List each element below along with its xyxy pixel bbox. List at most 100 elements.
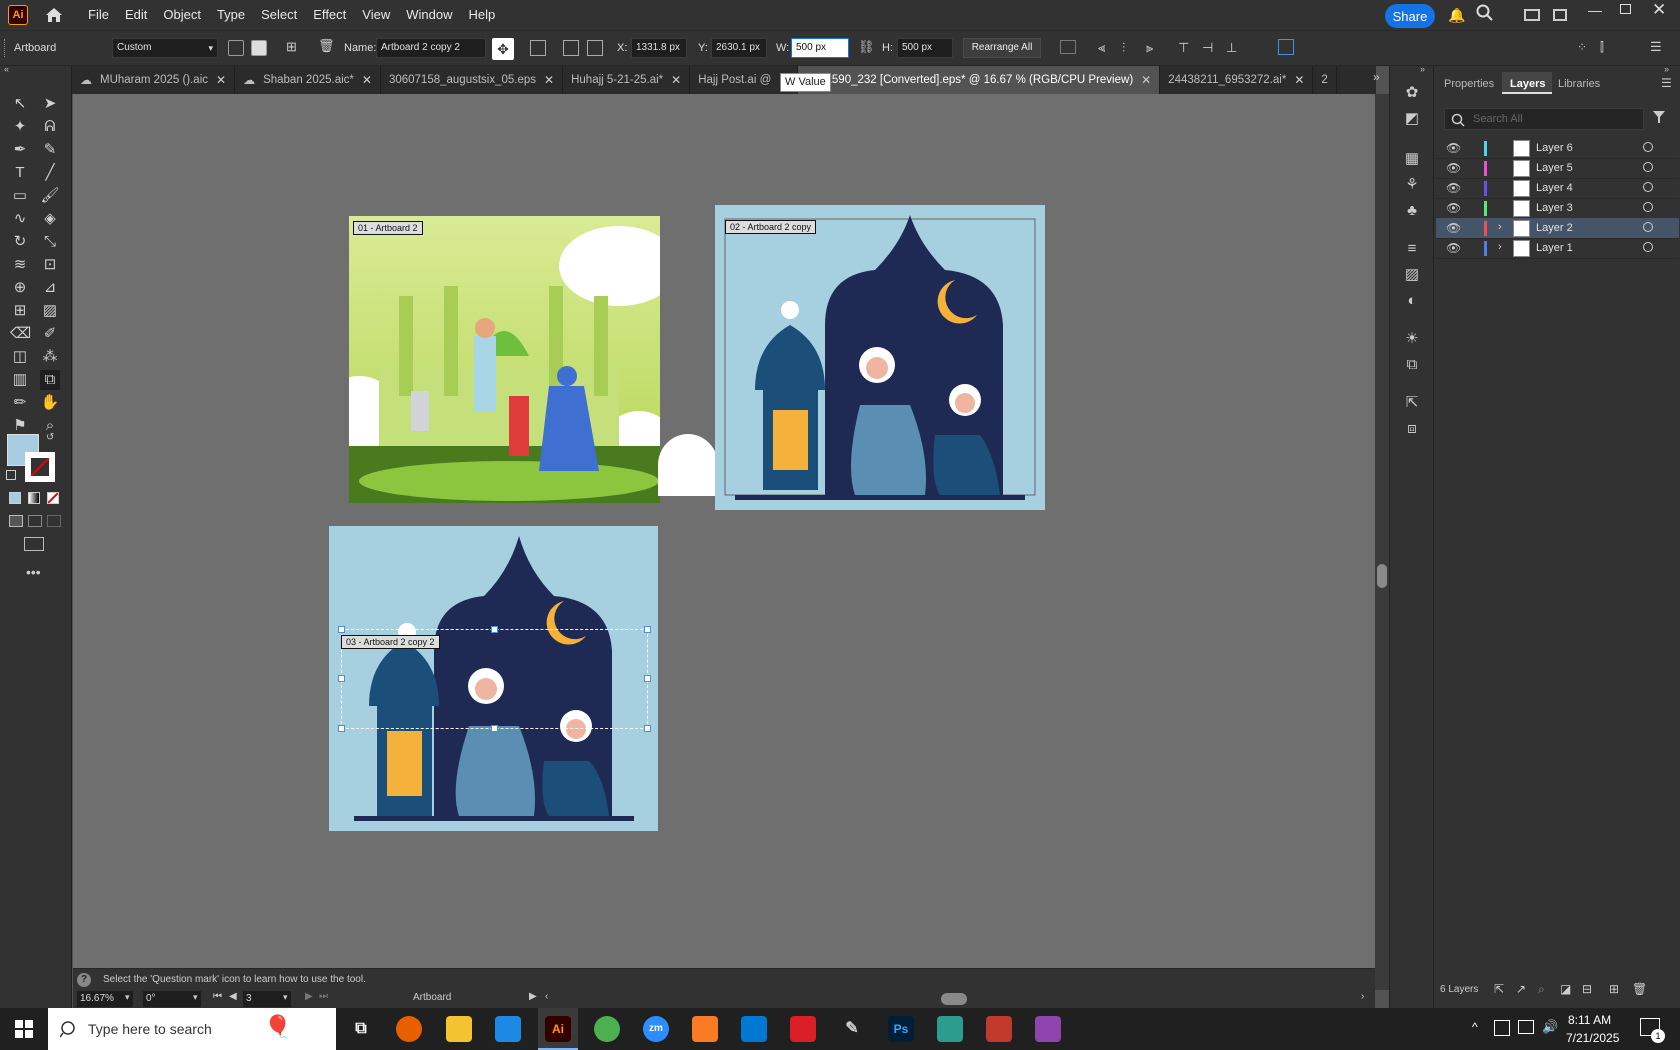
transparency-icon[interactable]: ◐	[1403, 292, 1421, 310]
artboard-2-label[interactable]: 02 - Artboard 2 copy	[725, 220, 817, 234]
curvature-tool-icon[interactable]: ✎	[40, 140, 60, 160]
lasso-tool-icon[interactable]: ᕱ	[40, 117, 60, 137]
paintbrush-tool-icon[interactable]: 🖌	[40, 186, 60, 206]
help-question-icon[interactable]: ?	[77, 973, 91, 987]
document-tab[interactable]: 30607158_augustsix_05.eps ✕	[381, 66, 564, 94]
close-button[interactable]: ✕	[1652, 0, 1666, 20]
collapse-toolbar-icon[interactable]: «	[4, 64, 9, 74]
hand-tool-icon[interactable]: ✋	[40, 393, 60, 413]
screen-mode-icon[interactable]	[24, 537, 44, 551]
draw-behind-icon[interactable]	[28, 515, 42, 527]
slice-tool-icon[interactable]: ✏	[10, 393, 30, 413]
xampp-icon[interactable]	[692, 1016, 718, 1042]
artboards-panel-icon[interactable]: ⧈	[1403, 420, 1421, 438]
menu-window[interactable]: Window	[398, 0, 460, 30]
landscape-icon[interactable]	[251, 40, 267, 56]
document-tab[interactable]: 2	[1313, 66, 1337, 94]
align-center-icon[interactable]: ⫶	[1122, 40, 1125, 56]
blend-tool-icon[interactable]: ◫	[10, 347, 30, 367]
artboard-3-label[interactable]: 03 - Artboard 2 copy 2	[341, 635, 440, 649]
color-guide-icon[interactable]: ✿	[1403, 84, 1421, 102]
document-tab[interactable]: ☁ MUharam 2025 ().aic ✕	[72, 66, 236, 94]
document-canvas[interactable]: 01 - Artboard 2 02 - Artboard 2 copy 03 …	[73, 94, 1375, 968]
visibility-eye-icon[interactable]: 👁	[1446, 241, 1461, 255]
layer-row[interactable]: 👁 › Layer 1	[1436, 238, 1679, 259]
layer-name[interactable]: Layer 1	[1536, 242, 1573, 254]
type-tool-icon[interactable]: T	[10, 163, 30, 183]
tab-properties[interactable]: Properties	[1444, 78, 1494, 90]
quick-actions-icon[interactable]	[1278, 39, 1294, 55]
panel-menu-icon[interactable]: ☰	[1650, 39, 1662, 55]
layer-row[interactable]: 👁 › Layer 2	[1436, 218, 1679, 239]
app-diamond-icon[interactable]	[937, 1016, 963, 1042]
prev-artboard-icon[interactable]: ◀	[229, 991, 237, 1002]
make-clipping-mask-icon[interactable]: ◪	[1560, 982, 1571, 996]
new-sublayer-icon[interactable]: ⊟	[1582, 982, 1592, 996]
selection-handle[interactable]	[491, 725, 498, 732]
eraser-tool-icon[interactable]: ◈	[40, 209, 60, 229]
align-to-icon[interactable]	[1060, 40, 1076, 54]
rotation-dropdown-icon[interactable]: ▾	[193, 992, 198, 1003]
arrange-icon[interactable]	[1553, 9, 1567, 21]
tray-up-icon[interactable]: ^	[1472, 1020, 1478, 1034]
document-tab[interactable]: Huhajj 5-21-25.ai* ✕	[563, 66, 691, 94]
clock-date[interactable]: 7/21/2025	[1566, 1031, 1619, 1045]
search-icon[interactable]	[1476, 4, 1494, 25]
creative-cloud-icon[interactable]	[790, 1016, 816, 1042]
color-icon[interactable]: ◩	[1403, 110, 1421, 128]
artboard-tool-icon[interactable]: ⧉	[40, 370, 60, 390]
zoom-dropdown-icon[interactable]: ▾	[125, 992, 130, 1003]
export-icon[interactable]: ⇱	[1403, 394, 1421, 412]
layer-name[interactable]: Layer 5	[1536, 162, 1573, 174]
share-button[interactable]: Share	[1385, 4, 1435, 28]
align-bottom-icon[interactable]: ⊥	[1226, 40, 1237, 56]
menu-edit[interactable]: Edit	[117, 0, 155, 30]
menu-view[interactable]: View	[354, 0, 398, 30]
first-artboard-icon[interactable]: ⏮	[213, 991, 222, 1002]
tabs-overflow-icon[interactable]: »	[1373, 70, 1380, 84]
photoshop-icon[interactable]: Ps	[888, 1016, 914, 1042]
new-layer-icon[interactable]: ⊞	[1609, 982, 1619, 996]
snipping-tool-icon[interactable]	[986, 1016, 1012, 1042]
collapse-dock-icon[interactable]: »	[1420, 64, 1425, 74]
panel-menu-icon[interactable]: ☰	[1661, 76, 1672, 90]
new-artboard-icon[interactable]: ⊞	[286, 39, 297, 55]
direct-selection-tool-icon[interactable]: ➤	[40, 94, 60, 114]
layer-row[interactable]: 👁 Layer 3	[1436, 198, 1679, 219]
perspective-grid-tool-icon[interactable]: ⊿	[40, 278, 60, 298]
collapse-panel-icon[interactable]: »	[1664, 64, 1669, 74]
selection-handle[interactable]	[644, 675, 651, 682]
align-middle-icon[interactable]: ⊣	[1202, 40, 1213, 56]
align-right-icon[interactable]: ⫸	[1146, 40, 1153, 56]
filter-icon[interactable]	[1652, 110, 1666, 127]
vscode-icon[interactable]	[495, 1016, 521, 1042]
layer-name[interactable]: Layer 4	[1536, 182, 1573, 194]
artboard-options-icon[interactable]	[530, 40, 546, 56]
stroke-icon[interactable]: ≡	[1403, 240, 1421, 258]
restore-button[interactable]	[1620, 4, 1631, 14]
visibility-eye-icon[interactable]: 👁	[1446, 221, 1461, 235]
selection-handle[interactable]	[644, 725, 651, 732]
mesh-tool-icon[interactable]: ⊞	[10, 301, 30, 321]
x-input[interactable]: 1331.8 px	[631, 38, 687, 58]
horizontal-scroll-thumb[interactable]	[941, 993, 967, 1005]
stroke-swatch[interactable]	[25, 452, 55, 482]
move-with-artboard-icon[interactable]: ✥	[492, 38, 514, 60]
arrange-documents-icon[interactable]: ⫿	[1600, 40, 1604, 55]
tray-app-icon[interactable]	[1494, 1020, 1510, 1036]
delete-artboard-icon[interactable]: 🗑	[318, 38, 335, 54]
default-colors-icon[interactable]	[6, 470, 16, 480]
minimize-button[interactable]: —	[1588, 2, 1602, 18]
measure-tool-icon[interactable]: ✐	[40, 324, 60, 344]
layer-row[interactable]: 👁 Layer 6	[1436, 138, 1679, 159]
artboard-dropdown-icon[interactable]: ▾	[283, 992, 288, 1003]
artboard-1-label[interactable]: 01 - Artboard 2	[353, 221, 423, 235]
h-input[interactable]: 500 px	[897, 38, 953, 58]
selection-handle[interactable]	[338, 675, 345, 682]
menu-file[interactable]: File	[80, 0, 117, 30]
preset-dropdown[interactable]: Custom ▾	[112, 38, 218, 58]
windows-start-icon[interactable]	[15, 1020, 33, 1041]
artboard-name-input[interactable]: Artboard 2 copy 2	[376, 38, 486, 58]
brushes-icon[interactable]: ⚘	[1403, 176, 1421, 194]
align-left-icon[interactable]: ⫷	[1098, 40, 1105, 56]
